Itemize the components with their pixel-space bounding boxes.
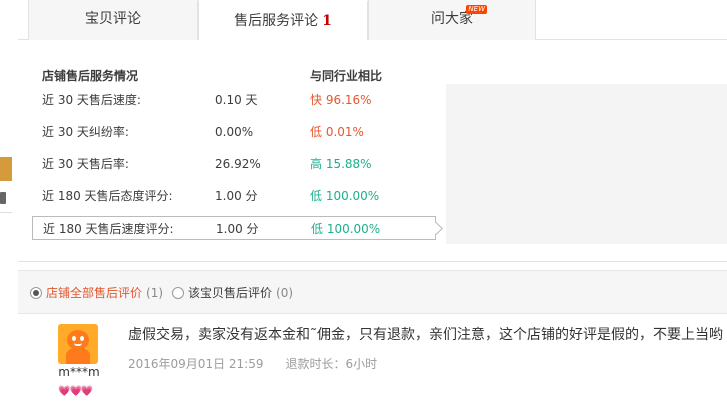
stat-value: 0.10 天 — [215, 93, 258, 107]
filter-shop-all[interactable]: 店铺全部售后评价 (1) — [30, 286, 163, 300]
tab-label: 宝贝评论 — [85, 11, 141, 27]
stat-value: 0.00% — [215, 125, 254, 139]
stat-value: 26.92% — [215, 157, 261, 171]
refund-duration: 退款时长：6小时 — [285, 357, 378, 371]
tab-bar: 宝贝评论 售后服务评论 1 问大家 NEW — [18, 0, 727, 41]
stat-label: 近 30 天售后速度: — [42, 93, 141, 107]
filter-this-item[interactable]: 该宝贝售后评价 (0) — [172, 286, 293, 300]
review-filter-bar: 店铺全部售后评价 (1) 该宝贝售后评价 (0) — [18, 270, 727, 314]
tab-item-reviews[interactable]: 宝贝评论 — [28, 0, 198, 40]
review-date: 2016年09月01日 21:59 — [128, 357, 264, 371]
avatar-face — [67, 330, 89, 350]
stat-value: 1.00 分 — [215, 189, 258, 203]
left-edge-divider — [0, 212, 12, 213]
comparison-graph-area — [446, 84, 727, 244]
filter-label: 店铺全部售后评价 — [46, 286, 143, 300]
avatar-eye — [72, 336, 76, 341]
stat-label: 近 180 天售后速度评分: — [43, 222, 174, 236]
avatar-mouth — [74, 343, 82, 346]
stat-label: 近 30 天售后率: — [42, 157, 129, 171]
radio-checked-icon[interactable] — [30, 287, 42, 299]
stat-row[interactable]: 近 180 天售后态度评分: 1.00 分 低 100.00% — [32, 184, 436, 208]
radio-unchecked-icon[interactable] — [172, 287, 184, 299]
stat-row[interactable]: 近 30 天售后率: 26.92% 高 15.88% — [32, 152, 436, 176]
reputation-hearts-icon: 💗💗💗 — [58, 386, 93, 397]
avatar-eye — [80, 336, 84, 341]
avatar[interactable] — [58, 324, 98, 364]
tab-count: 1 — [322, 13, 332, 29]
stat-row[interactable]: 近 30 天售后速度: 0.10 天 快 96.16% — [32, 88, 436, 112]
new-badge: NEW — [466, 5, 487, 14]
stat-compare: 快 96.16% — [310, 93, 372, 107]
reviewer-nickname: m***m — [58, 365, 100, 379]
stat-row[interactable]: 近 30 天纠纷率: 0.00% 低 0.01% — [32, 120, 436, 144]
review-meta: 2016年09月01日 21:59 退款时长：6小时 — [128, 355, 377, 372]
tab-label: 售后服务评论 — [234, 13, 319, 29]
review-item: m***m 💗💗💗 虚假交易，卖家没有返本金和˜佣金，只有退款，亲们注意，这个店… — [18, 314, 727, 414]
stat-compare: 低 100.00% — [311, 222, 381, 236]
filter-count: (1) — [146, 286, 164, 300]
tab-after-sales-reviews[interactable]: 售后服务评论 1 — [198, 0, 368, 41]
stat-label: 近 30 天纠纷率: — [42, 125, 129, 139]
stats-header-right: 与同行业相比 — [310, 69, 383, 83]
stat-label: 近 180 天售后态度评分: — [42, 189, 173, 203]
tab-ask-everyone[interactable]: 问大家 NEW — [368, 0, 536, 40]
filter-count: (0) — [276, 286, 294, 300]
stats-header-left: 店铺售后服务情况 — [42, 69, 139, 83]
stat-compare: 低 100.00% — [310, 189, 380, 203]
left-edge — [0, 0, 12, 414]
avatar-body — [66, 348, 90, 364]
stat-row-selected[interactable]: 近 180 天售后速度评分: 1.00 分 低 100.00% — [32, 216, 436, 240]
stat-value: 1.00 分 — [216, 222, 259, 236]
left-edge-accent — [0, 157, 12, 181]
left-edge-mark — [0, 192, 6, 204]
review-content: 虚假交易，卖家没有返本金和˜佣金，只有退款，亲们注意，这个店铺的好评是假的，不要… — [128, 327, 723, 343]
review-panel: 宝贝评论 售后服务评论 1 问大家 NEW 店铺售后服务情况 与同行业相比 近 3… — [18, 0, 727, 414]
after-sales-stats: 店铺售后服务情况 与同行业相比 近 30 天售后速度: 0.10 天 快 96.… — [18, 40, 727, 262]
stat-compare: 高 15.88% — [310, 157, 372, 171]
filter-label: 该宝贝售后评价 — [188, 286, 273, 300]
stat-compare: 低 0.01% — [310, 125, 364, 139]
